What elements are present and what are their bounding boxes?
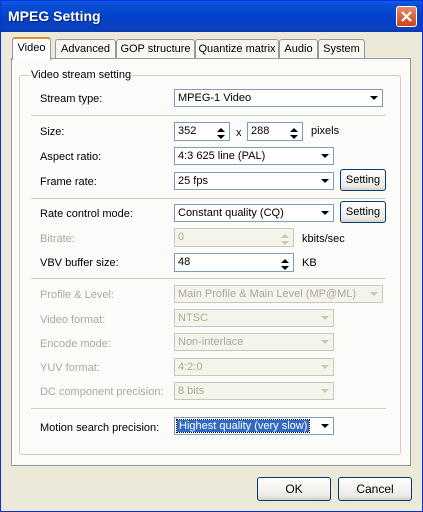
chevron-down-icon[interactable] — [318, 311, 332, 325]
spin-up-icon[interactable] — [214, 124, 228, 132]
tab-video[interactable]: Video — [12, 37, 51, 60]
cancel-button[interactable]: Cancel — [338, 477, 412, 501]
close-icon — [401, 11, 412, 22]
group-label: Video stream setting — [30, 69, 133, 81]
title-bar[interactable]: MPEG Setting — [1, 1, 422, 32]
encode-mode-select[interactable]: Non-interlace — [174, 333, 334, 351]
bitrate-label: Bitrate: — [40, 233, 75, 245]
rate-control-label: Rate control mode: — [40, 208, 133, 220]
width-value: 352 — [178, 125, 197, 137]
rate-control-value: Constant quality (CQ) — [178, 207, 284, 219]
vbv-buffer-spinner[interactable]: 48 — [174, 253, 294, 272]
motion-search-label: Motion search precision: — [40, 422, 160, 434]
tab-quantize-matrix[interactable]: Quantize matrix — [195, 39, 279, 58]
width-spinner[interactable]: 352 — [174, 122, 230, 141]
chevron-down-icon[interactable] — [318, 335, 332, 349]
motion-search-value: Highest quality (very slow) — [175, 419, 311, 433]
video-format-value: NTSC — [178, 312, 208, 324]
bitrate-value: 0 — [178, 231, 185, 243]
spin-up-icon[interactable] — [278, 255, 292, 263]
aspect-ratio-value: 4:3 625 line (PAL) — [178, 150, 266, 162]
spin-up-icon[interactable] — [278, 230, 292, 238]
spin-down-icon[interactable] — [287, 132, 301, 139]
profile-level-label: Profile & Level: — [40, 289, 114, 301]
spin-down-icon[interactable] — [278, 263, 292, 270]
yuv-format-select[interactable]: 4:2:0 — [174, 358, 334, 376]
dc-precision-label: DC component precision: — [40, 386, 164, 398]
ok-button[interactable]: OK — [257, 477, 331, 501]
chevron-down-icon[interactable] — [318, 206, 332, 220]
size-separator: x — [236, 127, 242, 139]
chevron-down-icon[interactable] — [318, 149, 332, 163]
tab-gop-structure[interactable]: GOP structure — [116, 39, 195, 58]
encode-mode-value: Non-interlace — [178, 336, 244, 348]
chevron-down-icon[interactable] — [367, 287, 381, 301]
vbv-buffer-value: 48 — [178, 256, 191, 268]
stream-type-label: Stream type: — [40, 93, 103, 105]
vbv-buffer-label: VBV buffer size: — [40, 257, 119, 269]
stream-type-value: MPEG-1 Video — [178, 92, 252, 104]
dc-precision-select[interactable]: 8 bits — [174, 382, 334, 400]
separator — [31, 278, 386, 279]
rate-control-setting-button[interactable]: Setting — [340, 201, 386, 223]
spin-down-icon[interactable] — [214, 132, 228, 139]
chevron-down-icon[interactable] — [367, 91, 381, 105]
window-title: MPEG Setting — [8, 8, 101, 24]
vbv-buffer-unit: KB — [302, 257, 317, 269]
stream-type-select[interactable]: MPEG-1 Video — [174, 89, 383, 107]
chevron-down-icon[interactable] — [318, 360, 332, 374]
bitrate-spinner[interactable]: 0 — [174, 228, 294, 247]
separator — [31, 408, 386, 409]
profile-level-select[interactable]: Main Profile & Main Level (MP@ML) — [174, 285, 383, 303]
spinner-arrows — [278, 230, 292, 245]
aspect-ratio-label: Aspect ratio: — [40, 151, 102, 163]
frame-rate-value: 25 fps — [178, 175, 208, 187]
separator — [31, 115, 386, 116]
video-format-label: Video format: — [40, 314, 106, 326]
frame-rate-label: Frame rate: — [40, 176, 97, 188]
frame-rate-select[interactable]: 25 fps — [174, 172, 334, 190]
size-unit: pixels — [311, 125, 340, 137]
yuv-format-value: 4:2:0 — [178, 361, 203, 373]
spin-up-icon[interactable] — [287, 124, 301, 132]
spin-down-icon[interactable] — [278, 238, 292, 245]
spinner-arrows — [287, 124, 301, 139]
tab-advanced[interactable]: Advanced — [55, 39, 116, 58]
motion-search-select[interactable]: Highest quality (very slow) — [174, 417, 334, 435]
chevron-down-icon[interactable] — [318, 419, 332, 433]
height-spinner[interactable]: 288 — [247, 122, 303, 141]
frame-rate-setting-button[interactable]: Setting — [340, 169, 386, 191]
rate-control-select[interactable]: Constant quality (CQ) — [174, 204, 334, 222]
height-value: 288 — [251, 125, 270, 137]
yuv-format-label: YUV format: — [40, 362, 100, 374]
bitrate-unit: kbits/sec — [302, 233, 345, 245]
spinner-arrows — [214, 124, 228, 139]
size-label: Size: — [40, 126, 65, 138]
tab-system[interactable]: System — [318, 39, 365, 58]
close-button[interactable] — [396, 6, 417, 27]
tab-audio[interactable]: Audio — [279, 39, 318, 58]
chevron-down-icon[interactable] — [318, 174, 332, 188]
aspect-ratio-select[interactable]: 4:3 625 line (PAL) — [174, 147, 334, 165]
encode-mode-label: Encode mode: — [40, 338, 111, 350]
spinner-arrows — [278, 255, 292, 270]
separator — [31, 198, 386, 199]
chevron-down-icon[interactable] — [318, 384, 332, 398]
video-format-select[interactable]: NTSC — [174, 309, 334, 327]
dc-precision-value: 8 bits — [178, 385, 205, 397]
profile-level-value: Main Profile & Main Level (MP@ML) — [178, 288, 357, 300]
